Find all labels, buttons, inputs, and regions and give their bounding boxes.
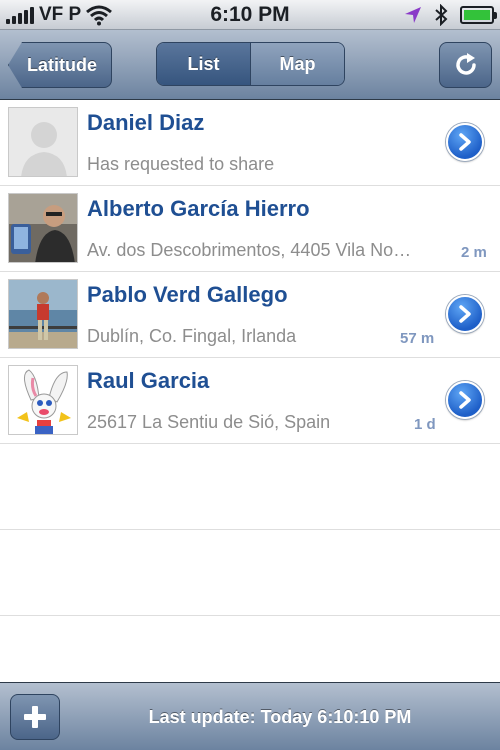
friend-name: Raul Garcia	[87, 368, 210, 393]
friend-name: Pablo Verd Gallego	[87, 282, 288, 307]
list-item[interactable]: Raul Garcia 25617 La Sentiu de Sió, Spai…	[0, 358, 500, 444]
distance-label: 1 d	[414, 416, 436, 433]
avatar	[8, 365, 78, 435]
plus-icon	[24, 706, 46, 728]
friend-subtitle: Dublín, Co. Fingal, Irlanda	[87, 326, 297, 346]
chevron-right-icon	[459, 391, 471, 409]
friend-subtitle: 25617 La Sentiu de Sió, Spain	[87, 412, 331, 432]
photo-avatar	[9, 280, 77, 348]
avatar	[8, 279, 78, 349]
list-item[interactable]: Alberto García Hierro Av. dos Descobrime…	[0, 186, 500, 272]
back-button[interactable]: Latitude	[8, 42, 112, 88]
chevron-right-icon	[459, 305, 471, 323]
segment-list[interactable]: List	[157, 43, 251, 85]
friend-name: Daniel Diaz	[87, 110, 205, 135]
avatar	[8, 107, 78, 177]
list-item[interactable]: Pablo Verd Gallego Dublín, Co. Fingal, I…	[0, 272, 500, 358]
default-avatar-icon	[9, 108, 77, 176]
add-friend-button[interactable]	[10, 694, 60, 740]
friends-list: Daniel Diaz Has requested to share Alber…	[0, 100, 500, 682]
chevron-right-icon	[459, 133, 471, 151]
empty-row	[0, 444, 500, 530]
friend-name: Alberto García Hierro	[87, 196, 310, 221]
battery-fill	[464, 10, 490, 20]
location-arrow-icon	[405, 7, 421, 23]
segment-map[interactable]: Map	[251, 43, 344, 85]
bluetooth-icon	[435, 4, 448, 26]
avatar	[8, 193, 78, 263]
distance-label: 57 m	[400, 330, 435, 347]
refresh-icon	[455, 53, 476, 75]
last-update-label: Last update: Today 6:10:10 PM	[148, 707, 412, 727]
refresh-button[interactable]	[439, 42, 492, 88]
empty-row	[0, 530, 500, 616]
distance-label: 2 m	[461, 244, 487, 261]
disclosure-button[interactable]	[446, 381, 484, 419]
cartoon-rabbit-avatar	[9, 366, 77, 434]
bottom-toolbar: Last update: Today 6:10:10 PM	[0, 682, 500, 750]
friend-subtitle: Av. dos Descobrimentos, 4405 Vila No…	[87, 240, 412, 260]
photo-avatar	[9, 194, 77, 262]
status-right	[404, 4, 497, 26]
disclosure-button[interactable]	[446, 295, 484, 333]
list-map-segmented-control: List Map	[156, 42, 345, 86]
friend-subtitle: Has requested to share	[87, 154, 275, 174]
list-item[interactable]: Daniel Diaz Has requested to share	[0, 100, 500, 186]
nav-bar: Latitude List Map	[0, 30, 500, 100]
status-bar: VF P 6:10 PM	[0, 0, 500, 30]
battery-icon	[460, 6, 497, 24]
disclosure-button[interactable]	[446, 123, 484, 161]
